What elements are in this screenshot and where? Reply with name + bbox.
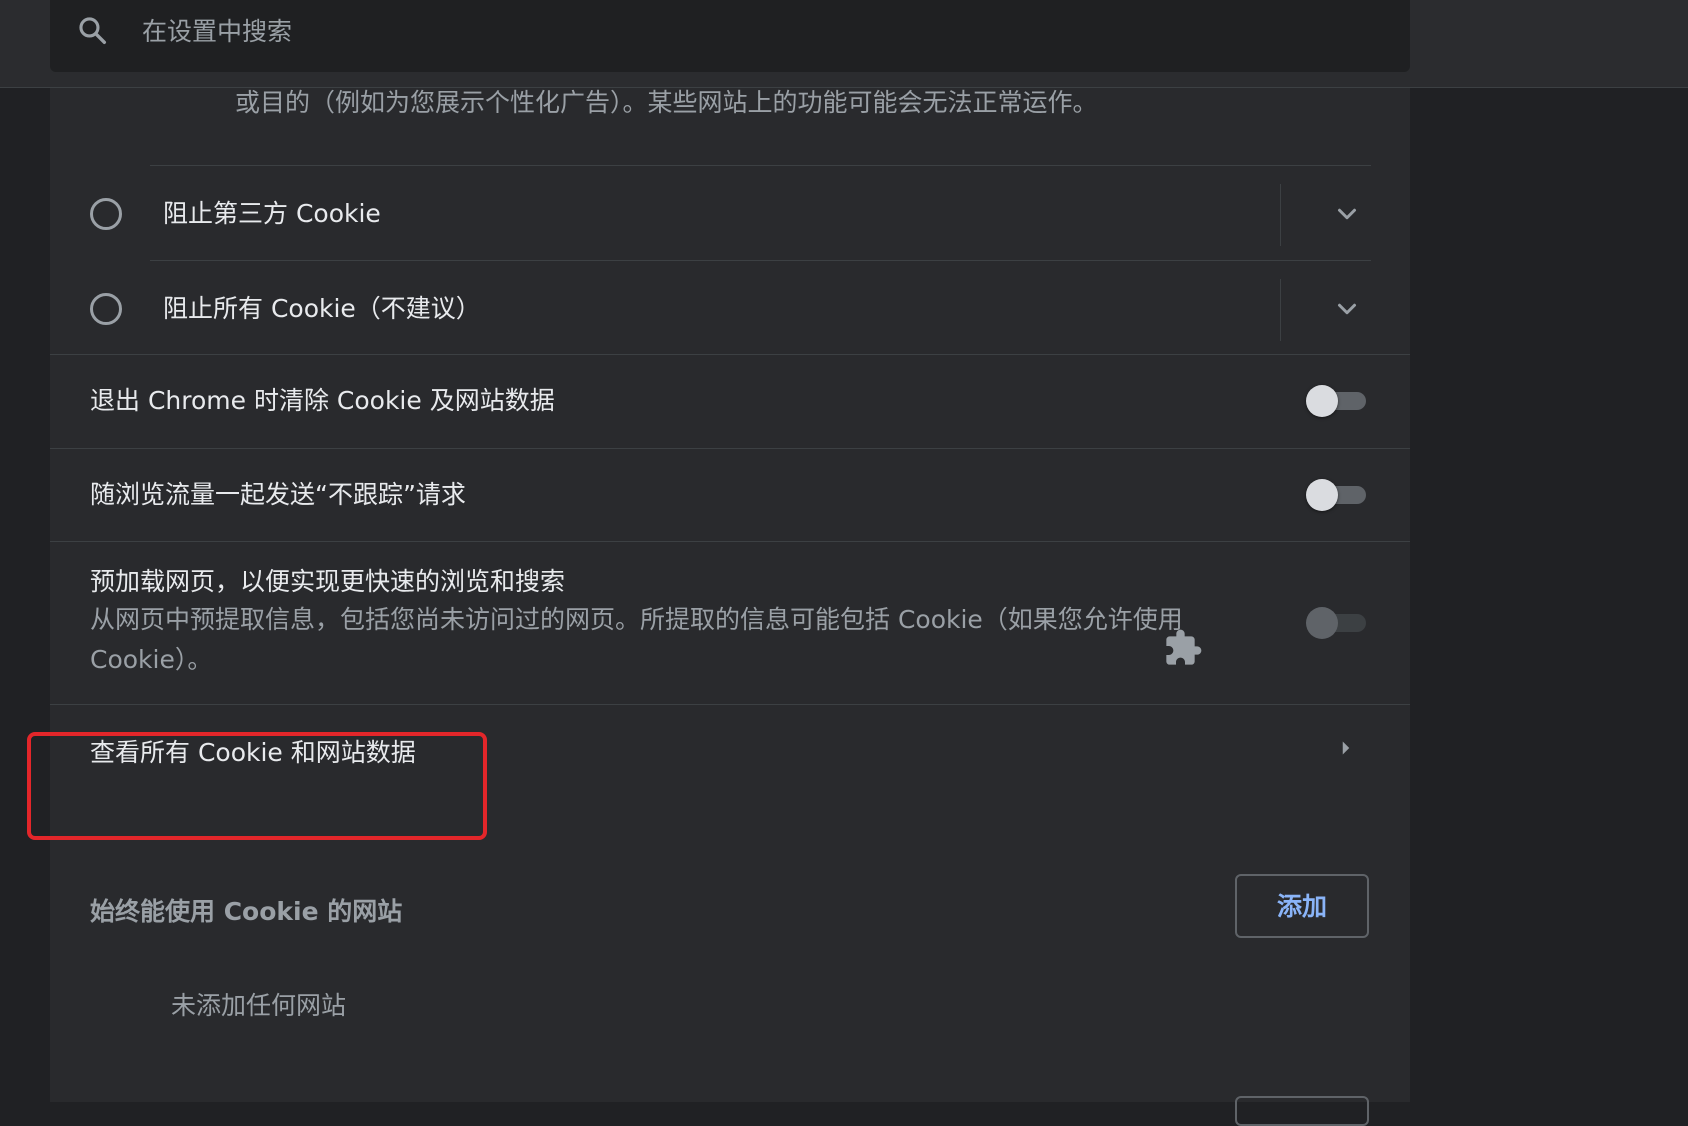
radio-button[interactable] [90,198,122,230]
search-input[interactable]: 在设置中搜索 [50,0,1410,72]
highlight-annotation [27,732,487,840]
radio-button[interactable] [90,293,122,325]
radio-row-block-third-party[interactable]: 阻止第三方 Cookie [50,166,1410,262]
add-button[interactable] [1235,1096,1369,1126]
toolbar: 在设置中搜索 [0,0,1688,88]
extension-icon[interactable] [1163,628,1203,668]
clear-on-exit-toggle[interactable] [1306,385,1366,417]
chevron-down-icon[interactable] [1332,199,1362,229]
divider [50,448,1410,449]
divider [50,541,1410,542]
radio-row-block-all[interactable]: 阻止所有 Cookie（不建议） [50,261,1410,357]
do-not-track-label: 随浏览流量一起发送“不跟踪”请求 [90,480,466,509]
option-description: 或目的（例如为您展示个性化广告）。某些网站上的功能可能会无法正常运作。 [235,88,1098,117]
divider [1280,279,1281,341]
settings-card: 或目的（例如为您展示个性化广告）。某些网站上的功能可能会无法正常运作。 阻止第三… [50,0,1410,1126]
toggle-thumb [1306,385,1338,417]
toggle-thumb [1306,607,1338,639]
clear-on-exit-label: 退出 Chrome 时清除 Cookie 及网站数据 [90,386,555,415]
preload-toggle[interactable] [1306,607,1366,639]
toggle-thumb [1306,479,1338,511]
search-placeholder: 在设置中搜索 [142,17,293,46]
radio-label: 阻止第三方 Cookie [163,199,381,228]
search-icon [79,17,107,45]
do-not-track-toggle[interactable] [1306,479,1366,511]
section-title: 始终能使用 Cookie 的网站 [90,897,403,926]
empty-list-text: 未添加任何网站 [171,991,347,1020]
divider [1280,184,1281,246]
radio-label: 阻止所有 Cookie（不建议） [163,294,481,323]
preload-description: 从网页中预提取信息，包括您尚未访问过的网页。所提取的信息可能包括 Cookie（… [90,605,1183,674]
chevron-down-icon[interactable] [1332,294,1362,324]
add-button[interactable]: 添加 [1235,874,1369,938]
preload-label: 预加载网页，以便实现更快速的浏览和搜索 [90,567,566,596]
divider [50,354,1410,355]
arrow-right-icon [1342,741,1350,755]
